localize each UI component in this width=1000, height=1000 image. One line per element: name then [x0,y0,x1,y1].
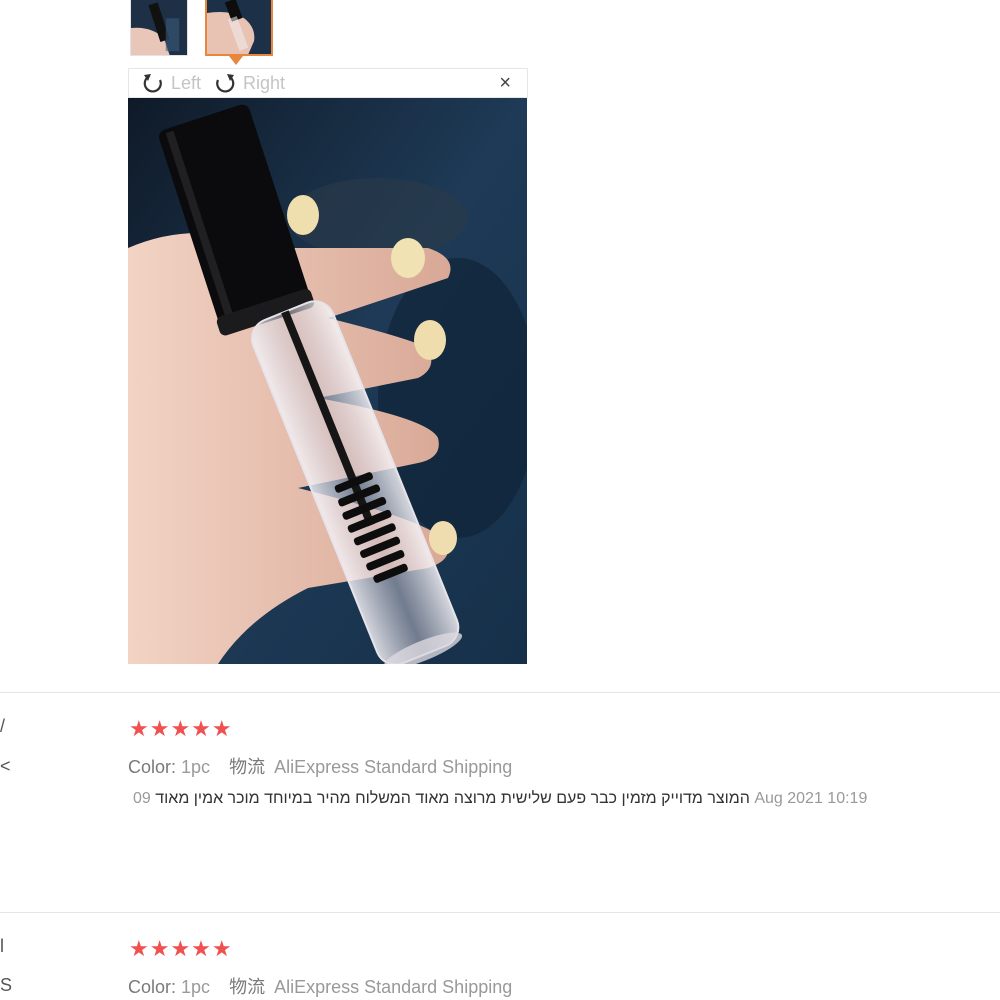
reviewer-name-fragment: / [0,716,6,736]
logistics-value: AliExpress Standard Shipping [274,757,513,777]
review-photo-thumbnail-2-selected[interactable] [205,0,273,56]
star-icon: ★★★★★ [129,716,233,741]
rotate-right-icon [216,74,235,93]
mascara-tube-photo [128,98,527,664]
rotate-left-label: Left [171,72,202,93]
rotate-left-icon [143,74,162,93]
review-date-day: 09 [133,790,151,807]
thumbnail-photo-2 [207,0,271,54]
review-feedback: 09 המוצר מדוייק מזמין כבר פעם שלישית מרו… [133,790,867,808]
reviewer-country-fragment: S [0,975,13,995]
rotate-left-button[interactable]: Left [141,71,201,95]
close-viewer-button[interactable]: × [499,73,511,93]
rotate-right-label: Right [243,72,286,93]
star-icon: ★★★★★ [129,936,233,961]
review-photo-thumbnail-1[interactable] [130,0,188,56]
thumbnail-photo-1 [131,0,187,55]
review-page: Left Right × / < ★★★★★ Color: 1pc 物流 Ali… [0,0,1000,1000]
review-divider [0,692,1000,693]
reviewer-country-fragment: < [0,756,11,776]
review-sku-info: Color: 1pc 物流 AliExpress Standard Shippi… [128,753,512,779]
image-viewer-toolbar: Left Right × [128,68,528,98]
logistics-label: 物流 [229,977,266,997]
color-label: Color: [128,757,177,777]
review-text: המוצר מדוייק מזמין כבר פעם שלישית מרוצה … [155,790,750,807]
review-date: Aug 2021 10:19 [754,790,868,807]
reviewer-name-fragment: l [0,936,4,956]
rotate-right-button[interactable]: Right [213,71,285,95]
color-value: 1pc [181,757,211,777]
selected-thumbnail-caret [229,56,243,65]
star-rating: ★★★★★ [129,718,233,740]
color-label: Color: [128,977,177,997]
review-divider [0,912,1000,913]
star-rating: ★★★★★ [129,938,233,960]
review-sku-info: Color: 1pc 物流 AliExpress Standard Shippi… [128,973,512,999]
color-value: 1pc [181,977,211,997]
logistics-value: AliExpress Standard Shipping [274,977,513,997]
review-photo-enlarged [128,98,527,664]
logistics-label: 物流 [229,757,266,777]
